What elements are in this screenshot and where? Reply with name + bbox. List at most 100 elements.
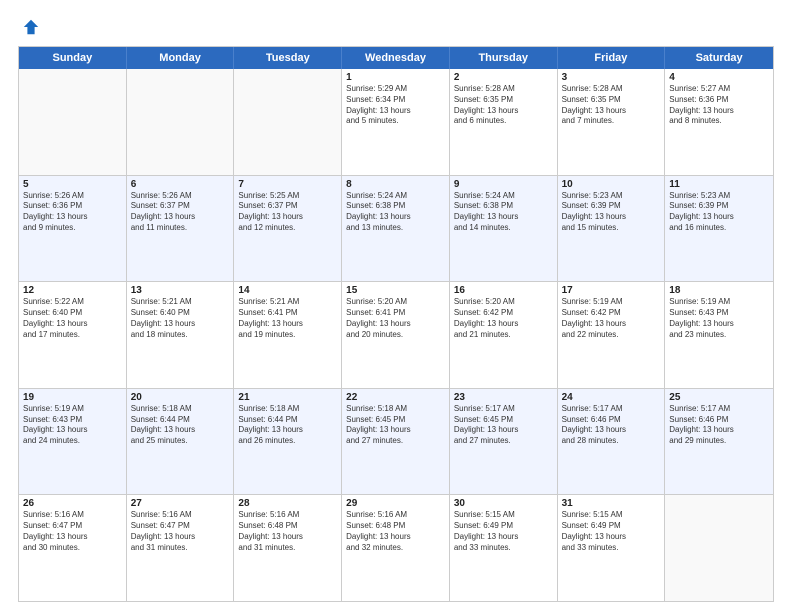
header-day-friday: Friday <box>558 47 666 69</box>
cell-info: Sunrise: 5:27 AMSunset: 6:36 PMDaylight:… <box>669 84 769 127</box>
day-cell-5: 5Sunrise: 5:26 AMSunset: 6:36 PMDaylight… <box>19 176 127 282</box>
day-number: 23 <box>454 392 553 403</box>
day-cell-13: 13Sunrise: 5:21 AMSunset: 6:40 PMDayligh… <box>127 282 235 388</box>
day-cell-17: 17Sunrise: 5:19 AMSunset: 6:42 PMDayligh… <box>558 282 666 388</box>
day-number: 1 <box>346 72 445 83</box>
cell-info: Sunrise: 5:24 AMSunset: 6:38 PMDaylight:… <box>346 191 445 234</box>
day-cell-4: 4Sunrise: 5:27 AMSunset: 6:36 PMDaylight… <box>665 69 773 175</box>
cell-info: Sunrise: 5:28 AMSunset: 6:35 PMDaylight:… <box>454 84 553 127</box>
empty-cell <box>665 495 773 601</box>
day-number: 4 <box>669 72 769 83</box>
day-cell-27: 27Sunrise: 5:16 AMSunset: 6:47 PMDayligh… <box>127 495 235 601</box>
day-number: 14 <box>238 285 337 296</box>
cell-info: Sunrise: 5:23 AMSunset: 6:39 PMDaylight:… <box>669 191 769 234</box>
day-cell-1: 1Sunrise: 5:29 AMSunset: 6:34 PMDaylight… <box>342 69 450 175</box>
day-number: 30 <box>454 498 553 509</box>
logo-icon <box>22 18 40 36</box>
calendar: SundayMondayTuesdayWednesdayThursdayFrid… <box>18 46 774 602</box>
page: SundayMondayTuesdayWednesdayThursdayFrid… <box>0 0 792 612</box>
day-number: 13 <box>131 285 230 296</box>
day-number: 21 <box>238 392 337 403</box>
day-cell-7: 7Sunrise: 5:25 AMSunset: 6:37 PMDaylight… <box>234 176 342 282</box>
cell-info: Sunrise: 5:26 AMSunset: 6:36 PMDaylight:… <box>23 191 122 234</box>
day-number: 8 <box>346 179 445 190</box>
day-cell-2: 2Sunrise: 5:28 AMSunset: 6:35 PMDaylight… <box>450 69 558 175</box>
day-cell-24: 24Sunrise: 5:17 AMSunset: 6:46 PMDayligh… <box>558 389 666 495</box>
cell-info: Sunrise: 5:21 AMSunset: 6:40 PMDaylight:… <box>131 297 230 340</box>
day-number: 25 <box>669 392 769 403</box>
day-number: 9 <box>454 179 553 190</box>
day-cell-26: 26Sunrise: 5:16 AMSunset: 6:47 PMDayligh… <box>19 495 127 601</box>
day-cell-20: 20Sunrise: 5:18 AMSunset: 6:44 PMDayligh… <box>127 389 235 495</box>
day-cell-23: 23Sunrise: 5:17 AMSunset: 6:45 PMDayligh… <box>450 389 558 495</box>
day-cell-14: 14Sunrise: 5:21 AMSunset: 6:41 PMDayligh… <box>234 282 342 388</box>
day-number: 24 <box>562 392 661 403</box>
day-cell-25: 25Sunrise: 5:17 AMSunset: 6:46 PMDayligh… <box>665 389 773 495</box>
cell-info: Sunrise: 5:19 AMSunset: 6:42 PMDaylight:… <box>562 297 661 340</box>
day-number: 18 <box>669 285 769 296</box>
day-number: 20 <box>131 392 230 403</box>
day-number: 10 <box>562 179 661 190</box>
day-cell-16: 16Sunrise: 5:20 AMSunset: 6:42 PMDayligh… <box>450 282 558 388</box>
cell-info: Sunrise: 5:23 AMSunset: 6:39 PMDaylight:… <box>562 191 661 234</box>
calendar-row-5: 26 Sunrise: 5:16 AMSunset: 6:47 PMDayligh… <box>19 494 773 601</box>
day-cell-22: 22Sunrise: 5:18 AMSunset: 6:45 PMDayligh… <box>342 389 450 495</box>
calendar-row-1: 1Sunrise: 5:29 AMSunset: 6:34 PMDaylight… <box>19 69 773 175</box>
day-number: 16 <box>454 285 553 296</box>
calendar-row-4: 19Sunrise: 5:19 AMSunset: 6:43 PMDayligh… <box>19 388 773 495</box>
empty-cell <box>127 69 235 175</box>
day-number: 3 <box>562 72 661 83</box>
day-cell-9: 9Sunrise: 5:24 AMSunset: 6:38 PMDaylight… <box>450 176 558 282</box>
cell-info: Sunrise: 5:29 AMSunset: 6:34 PMDaylight:… <box>346 84 445 127</box>
cell-info: Sunrise: 5:20 AMSunset: 6:41 PMDaylight:… <box>346 297 445 340</box>
cell-info: Sunrise: 5:25 AMSunset: 6:37 PMDaylight:… <box>238 191 337 234</box>
cell-info: Sunrise: 5:17 AMSunset: 6:45 PMDaylight:… <box>454 404 553 447</box>
calendar-row-3: 12Sunrise: 5:22 AMSunset: 6:40 PMDayligh… <box>19 281 773 388</box>
cell-info: Sunrise: 5:17 AMSunset: 6:46 PMDaylight:… <box>562 404 661 447</box>
day-number: 17 <box>562 285 661 296</box>
day-cell-3: 3Sunrise: 5:28 AMSunset: 6:35 PMDaylight… <box>558 69 666 175</box>
empty-cell <box>19 69 127 175</box>
day-cell-19: 19Sunrise: 5:19 AMSunset: 6:43 PMDayligh… <box>19 389 127 495</box>
empty-cell <box>234 69 342 175</box>
day-number: 11 <box>669 179 769 190</box>
day-number: 19 <box>23 392 122 403</box>
calendar-body: 1Sunrise: 5:29 AMSunset: 6:34 PMDaylight… <box>19 69 773 601</box>
cell-info: Sunrise: 5:20 AMSunset: 6:42 PMDaylight:… <box>454 297 553 340</box>
day-number: 31 <box>562 498 661 509</box>
day-cell-29: 29Sunrise: 5:16 AMSunset: 6:48 PMDayligh… <box>342 495 450 601</box>
cell-info: Sunrise: 5:22 AMSunset: 6:40 PMDaylight:… <box>23 297 122 340</box>
day-cell-28: 28Sunrise: 5:16 AMSunset: 6:48 PMDayligh… <box>234 495 342 601</box>
header-day-wednesday: Wednesday <box>342 47 450 69</box>
day-cell-30: 30Sunrise: 5:15 AMSunset: 6:49 PMDayligh… <box>450 495 558 601</box>
cell-info: Sunrise: 5:26 AMSunset: 6:37 PMDaylight:… <box>131 191 230 234</box>
day-cell-11: 11Sunrise: 5:23 AMSunset: 6:39 PMDayligh… <box>665 176 773 282</box>
day-number: 26 <box>23 498 122 509</box>
day-number: 15 <box>346 285 445 296</box>
day-cell-31: 31Sunrise: 5:15 AMSunset: 6:49 PMDayligh… <box>558 495 666 601</box>
header-day-tuesday: Tuesday <box>234 47 342 69</box>
cell-info: Sunrise: 5:18 AMSunset: 6:44 PMDaylight:… <box>238 404 337 447</box>
cell-info: Sunrise: 5:18 AMSunset: 6:44 PMDaylight:… <box>131 404 230 447</box>
logo <box>18 18 40 36</box>
day-number: 22 <box>346 392 445 403</box>
day-number: 7 <box>238 179 337 190</box>
cell-info: Sunrise: 5:24 AMSunset: 6:38 PMDaylight:… <box>454 191 553 234</box>
cell-info: Sunrise: 5:17 AMSunset: 6:46 PMDaylight:… <box>669 404 769 447</box>
cell-info: Sunrise: 5:19 AMSunset: 6:43 PMDaylight:… <box>23 404 122 447</box>
cell-info: Sunrise: 5:15 AMSunset: 6:49 PMDaylight:… <box>562 510 661 553</box>
header-day-thursday: Thursday <box>450 47 558 69</box>
calendar-header: SundayMondayTuesdayWednesdayThursdayFrid… <box>19 47 773 69</box>
day-number: 6 <box>131 179 230 190</box>
day-cell-10: 10Sunrise: 5:23 AMSunset: 6:39 PMDayligh… <box>558 176 666 282</box>
cell-info: Sunrise: 5:28 AMSunset: 6:35 PMDaylight:… <box>562 84 661 127</box>
day-cell-6: 6Sunrise: 5:26 AMSunset: 6:37 PMDaylight… <box>127 176 235 282</box>
cell-info: Sunrise: 5:16 AMSunset: 6:47 PMDaylight:… <box>131 510 230 553</box>
day-cell-15: 15Sunrise: 5:20 AMSunset: 6:41 PMDayligh… <box>342 282 450 388</box>
day-number: 28 <box>238 498 337 509</box>
day-number: 27 <box>131 498 230 509</box>
header-day-monday: Monday <box>127 47 235 69</box>
calendar-row-2: 5Sunrise: 5:26 AMSunset: 6:36 PMDaylight… <box>19 175 773 282</box>
day-cell-8: 8Sunrise: 5:24 AMSunset: 6:38 PMDaylight… <box>342 176 450 282</box>
cell-info: Sunrise: 5:19 AMSunset: 6:43 PMDaylight:… <box>669 297 769 340</box>
